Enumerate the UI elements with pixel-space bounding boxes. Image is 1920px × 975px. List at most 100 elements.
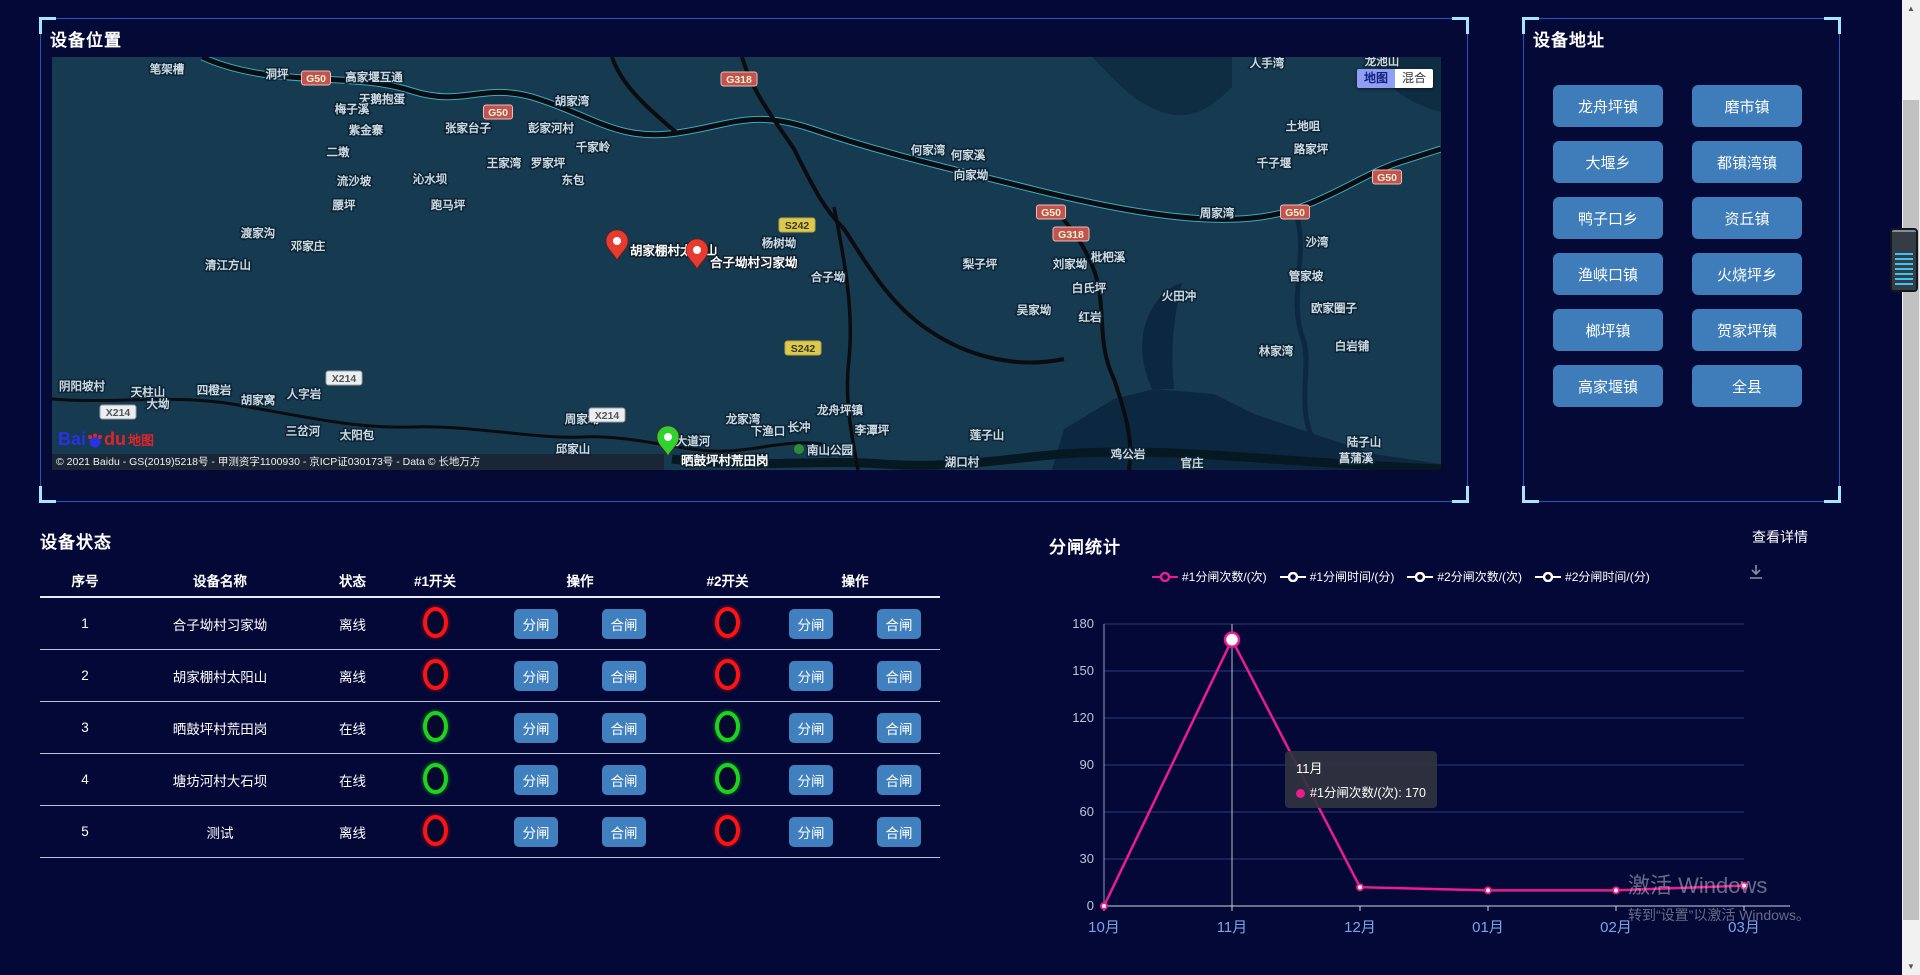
close-switch-button[interactable]: 合闸: [602, 661, 646, 691]
open-switch-button[interactable]: 分闸: [514, 765, 558, 795]
map-place-label: 枇杷溪: [1091, 250, 1126, 264]
close-switch-button[interactable]: 合闸: [602, 817, 646, 847]
y-axis-tick-label: 30: [1080, 851, 1094, 866]
download-icon[interactable]: [1746, 562, 1766, 587]
hovered-data-point[interactable]: [1225, 633, 1239, 647]
open-switch-button[interactable]: 分闸: [514, 661, 558, 691]
line-chart[interactable]: 030609012015018010月11月12月01月02月03月: [1040, 590, 1840, 950]
close-switch-button[interactable]: 合闸: [877, 817, 921, 847]
map-place-label: 胡家湾: [555, 94, 590, 108]
road-badge-label: G50: [488, 107, 508, 119]
map-place-label: 二墩: [327, 145, 350, 159]
address-button[interactable]: 高家堰镇: [1553, 365, 1663, 407]
switch2-cell: [685, 763, 770, 797]
address-button[interactable]: 火烧坪乡: [1692, 253, 1802, 295]
road-badge-label: X214: [595, 410, 620, 422]
data-point[interactable]: [1357, 884, 1363, 890]
address-button[interactable]: 龙舟坪镇: [1553, 85, 1663, 127]
map-place-label: 吴家坳: [1017, 303, 1052, 317]
open-switch-button[interactable]: 分闸: [789, 817, 833, 847]
open-switch-button[interactable]: 分闸: [789, 661, 833, 691]
data-point[interactable]: [1485, 887, 1491, 893]
map-type-hybrid-button[interactable]: 混合: [1395, 69, 1433, 88]
close-switch-button[interactable]: 合闸: [602, 609, 646, 639]
switch1-cell: [395, 763, 475, 797]
scrollbar-thumb[interactable]: [1903, 100, 1919, 920]
map-place-label: 南山公园: [807, 443, 853, 457]
y-axis-tick-label: 180: [1072, 616, 1094, 631]
map-place-label: 湖口村: [945, 455, 980, 469]
road-badge-label: X214: [332, 373, 357, 385]
close-switch-button[interactable]: 合闸: [877, 609, 921, 639]
switch2-cell: [685, 607, 770, 641]
vertical-scrollbar[interactable]: ▲ ▼: [1902, 0, 1920, 975]
address-button[interactable]: 贺家坪镇: [1692, 309, 1802, 351]
device-location-title: 设备位置: [50, 26, 122, 51]
map-place-label: 龙家湾: [725, 412, 761, 426]
legend-item[interactable]: #2分闸次数/(次): [1407, 568, 1522, 585]
table-row: 3晒鼓坪村荒田岗在线分闸合闸分闸合闸: [40, 702, 940, 754]
close-switch-button[interactable]: 合闸: [877, 661, 921, 691]
map-place-label: 腰坪: [332, 198, 356, 212]
open-switch-button[interactable]: 分闸: [514, 713, 558, 743]
address-button[interactable]: 资丘镇: [1692, 197, 1802, 239]
tooltip-series-dot: [1296, 789, 1305, 798]
open-switch-button[interactable]: 分闸: [789, 765, 833, 795]
address-button[interactable]: 磨市镇: [1692, 85, 1802, 127]
address-button[interactable]: 全县: [1692, 365, 1802, 407]
legend-marker-icon: [1280, 572, 1306, 582]
chart-legend: #1分闸次数/(次) #1分闸时间/(分) #2分闸次数/(次) #2分闸时间/(分): [1152, 568, 1650, 585]
address-button[interactable]: 榔坪镇: [1553, 309, 1663, 351]
close-switch-button[interactable]: 合闸: [877, 713, 921, 743]
legend-item[interactable]: #1分闸次数/(次): [1152, 568, 1267, 585]
close-switch-button[interactable]: 合闸: [602, 765, 646, 795]
map-type-control[interactable]: 地图 混合: [1357, 69, 1433, 88]
map-place-label: 四橙岩: [197, 383, 232, 397]
map-place-label: 向家坳: [954, 168, 989, 182]
scrollbar-down-arrow[interactable]: ▼: [1902, 958, 1920, 975]
map-place-label: 路家坪: [1294, 142, 1329, 156]
map-place-label: 龙池山: [1364, 57, 1400, 68]
close-switch-button[interactable]: 合闸: [877, 765, 921, 795]
tooltip-entry: #1分闸次数/(次): 170: [1296, 782, 1426, 801]
map-place-label: 洞坪: [266, 67, 289, 81]
open-switch-button[interactable]: 分闸: [789, 609, 833, 639]
switch2-indicator: [715, 711, 740, 742]
view-details-link[interactable]: 查看详情: [1752, 527, 1808, 547]
row-number: 3: [40, 720, 130, 735]
column-header: 操作: [770, 570, 940, 590]
map-place-label: 欧家圈子: [1311, 301, 1357, 315]
device-address-panel: 设备地址 龙舟坪镇磨市镇大堰乡都镇湾镇鸭子口乡资丘镇渔峡口镇火烧坪乡榔坪镇贺家坪…: [1523, 18, 1840, 502]
legend-item[interactable]: #1分闸时间/(分): [1280, 568, 1395, 585]
device-status: 在线: [310, 770, 395, 790]
scrollbar-up-arrow[interactable]: ▲: [1902, 0, 1920, 17]
baidu-map[interactable]: 笔架槽洞坪天鹅抱蛋胡家湾高家堰互通梅子溪紫金寨二墩流沙坡沁水坝跑马坪腰坪渡家沟邓…: [52, 57, 1441, 470]
legend-label: #1分闸时间/(分): [1310, 568, 1395, 585]
switch1-actions: 分闸 合闸: [475, 609, 685, 639]
baidu-paw-icon: [86, 431, 104, 449]
data-point[interactable]: [1741, 883, 1747, 889]
device-address-title: 设备地址: [1533, 26, 1605, 51]
open-switch-button[interactable]: 分闸: [514, 817, 558, 847]
close-switch-button[interactable]: 合闸: [602, 713, 646, 743]
map-place-label: 大道河: [676, 434, 711, 448]
open-switch-button[interactable]: 分闸: [514, 609, 558, 639]
map-place-label: 杨树坳: [762, 236, 797, 250]
map-place-label: 梅子溪: [335, 102, 370, 116]
switch1-indicator: [423, 763, 448, 794]
device-status: 离线: [310, 666, 395, 686]
map-type-map-button[interactable]: 地图: [1357, 69, 1395, 88]
address-button[interactable]: 都镇湾镇: [1692, 141, 1802, 183]
road-badge-label: G50: [1285, 207, 1305, 219]
data-point[interactable]: [1613, 887, 1619, 893]
map-place-label: 流沙坡: [337, 174, 372, 188]
address-button[interactable]: 渔峡口镇: [1553, 253, 1663, 295]
open-switch-button[interactable]: 分闸: [789, 713, 833, 743]
legend-item[interactable]: #2分闸时间/(分): [1535, 568, 1650, 585]
switch2-actions: 分闸 合闸: [770, 817, 940, 847]
address-button[interactable]: 鸭子口乡: [1553, 197, 1663, 239]
switch2-cell: [685, 711, 770, 745]
address-button[interactable]: 大堰乡: [1553, 141, 1663, 183]
data-point[interactable]: [1101, 903, 1107, 909]
switch1-actions: 分闸 合闸: [475, 817, 685, 847]
